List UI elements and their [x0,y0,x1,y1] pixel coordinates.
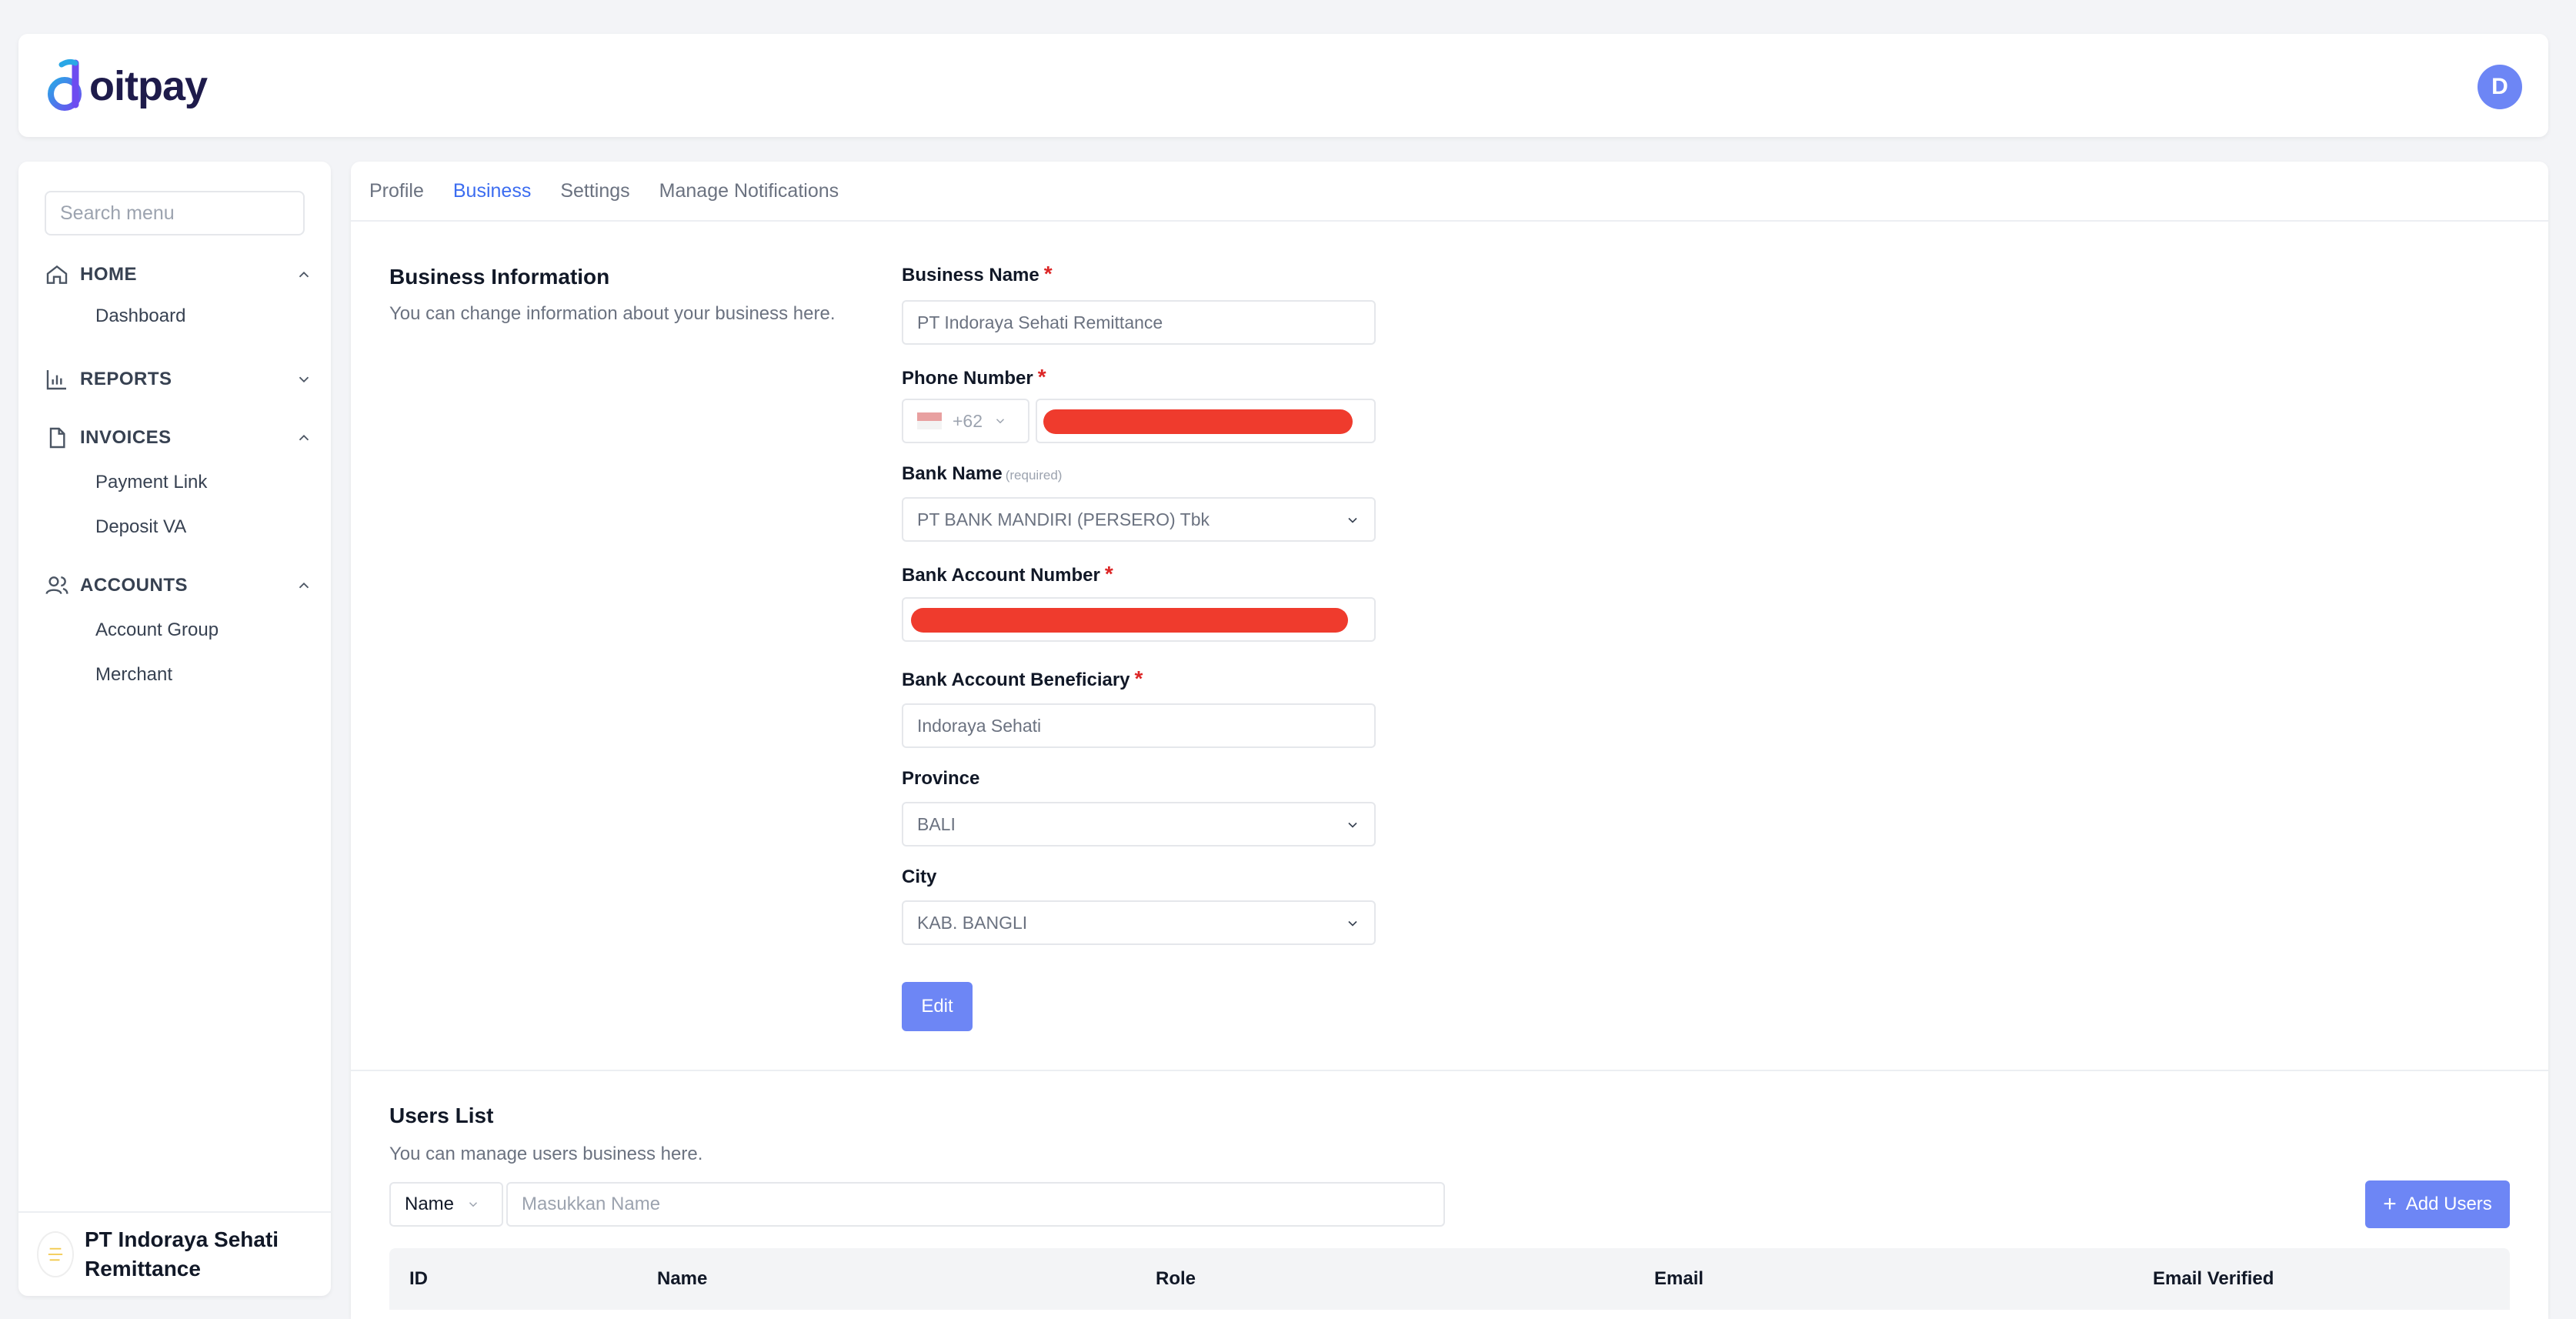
beneficiary-field[interactable]: Indoraya Sehati [902,703,1376,748]
chevron-down-icon [469,1202,478,1207]
chevron-down-icon [1348,920,1357,927]
edit-button[interactable]: Edit [902,982,973,1031]
brand-logo[interactable]: oitpay [46,55,208,117]
bank-name-select[interactable]: PT BANK MANDIRI (PERSERO) Tbk [902,497,1376,542]
filter-field-value: Name [405,1194,455,1214]
home-icon [46,265,68,284]
logo-mark-icon [48,58,82,111]
column-header-name: Name [657,1268,708,1289]
nav-label-accounts: ACCOUNTS [80,575,188,596]
tab-bar: Profile Business Settings Manage Notific… [351,162,2548,222]
nav-group-accounts: ACCOUNTS Account Group Merchant [45,566,322,697]
nav-item-dashboard[interactable]: Dashboard [45,294,322,339]
chevron-down-icon [1348,517,1357,523]
sidebar: HOME Dashboard REPORTS INVOICES Payment … [18,162,331,1296]
users-list-description: You can manage users business here. [389,1144,703,1164]
search-menu-input[interactable] [45,191,305,235]
indonesia-flag-icon [917,412,942,429]
column-header-role: Role [1156,1268,1196,1289]
chevron-up-icon [299,434,309,441]
phone-number-label: Phone Number * [902,365,1046,389]
column-header-email: Email [1654,1268,1704,1289]
filter-field-select[interactable]: Name [389,1182,503,1227]
business-info-title: Business Information [389,265,610,289]
city-select[interactable]: KAB. BANGLI [902,900,1376,945]
nav-head-accounts[interactable]: ACCOUNTS [45,566,322,605]
bank-account-number-label: Bank Account Number * [902,562,1113,586]
main-panel: Profile Business Settings Manage Notific… [351,162,2548,1319]
province-label: Province [902,768,980,789]
add-users-label: Add Users [2405,1194,2492,1214]
users-icon [45,576,68,595]
nav-label-invoices: INVOICES [80,427,172,448]
top-bar: oitpay D [18,34,2548,137]
nav-group-invoices: INVOICES Payment Link Deposit VA [45,419,322,549]
nav-item-deposit-va[interactable]: Deposit VA [45,505,322,549]
plus-icon: + [2383,1191,2397,1217]
beneficiary-label: Bank Account Beneficiary * [902,666,1143,691]
nav-label-reports: REPORTS [80,369,172,389]
logo-text: oitpay [89,63,208,109]
chevron-down-icon [996,419,1005,424]
bank-account-number-label-text: Bank Account Number [902,565,1100,586]
redaction-mark [911,608,1348,633]
province-value: BALI [917,813,956,834]
nav-head-home[interactable]: HOME [45,255,322,294]
add-users-button[interactable]: + Add Users [2365,1180,2510,1228]
company-name: PT Indoraya Sehati Remittance [85,1227,279,1281]
nav-head-invoices[interactable]: INVOICES [45,419,322,457]
redaction-mark [1043,409,1353,434]
city-label: City [902,867,937,887]
business-info-description: You can change information about your bu… [389,303,836,324]
chevron-up-icon [299,271,309,278]
required-mark: * [1037,365,1046,389]
business-name-label-text: Business Name [902,265,1039,286]
beneficiary-label-text: Bank Account Beneficiary [902,670,1130,690]
nav-item-merchant[interactable]: Merchant [45,653,322,697]
tab-business[interactable]: Business [453,180,531,202]
nav-group-home: HOME Dashboard [45,255,322,339]
column-header-id: ID [409,1268,428,1289]
bar-chart-icon [46,370,66,390]
nav-label-home: HOME [80,264,137,285]
phone-number-field[interactable] [1036,399,1376,443]
phone-country-code: +62 [953,410,983,431]
tab-profile[interactable]: Profile [369,180,424,202]
province-select[interactable]: BALI [902,802,1376,846]
nav-head-reports[interactable]: REPORTS [45,360,322,399]
business-name-value: PT Indoraya Sehati Remittance [917,312,1163,332]
filter-search-input[interactable] [506,1182,1445,1227]
chevron-up-icon [299,582,309,589]
users-list-title: Users List [389,1104,494,1127]
phone-country-select[interactable]: +62 [902,399,1029,443]
company-logo-icon [37,1231,74,1277]
bank-account-number-field[interactable] [902,597,1376,642]
bank-name-label-text: Bank Name [902,463,1003,484]
nav-group-reports: REPORTS [45,360,322,399]
required-mark: * [1104,562,1113,586]
business-name-field[interactable]: PT Indoraya Sehati Remittance [902,300,1376,345]
required-mark: * [1043,262,1053,286]
nav-item-account-group[interactable]: Account Group [45,608,322,653]
section-divider [351,1070,2548,1071]
bank-name-value: PT BANK MANDIRI (PERSERO) Tbk [917,509,1210,529]
nav-item-payment-link[interactable]: Payment Link [45,460,322,505]
chevron-down-icon [299,376,309,383]
column-header-email-verified: Email Verified [2153,1268,2274,1289]
business-name-label: Business Name * [902,262,1053,286]
tab-manage-notifications[interactable]: Manage Notifications [659,180,839,202]
required-mark: * [1134,666,1143,690]
beneficiary-value: Indoraya Sehati [917,715,1042,736]
tab-settings[interactable]: Settings [560,180,629,202]
bank-name-note: (required) [1005,468,1063,483]
users-table-header: ID Name Role Email Email Verified [389,1248,2510,1310]
phone-number-label-text: Phone Number [902,368,1033,389]
bank-name-label: Bank Name (required) [902,463,1062,485]
city-value: KAB. BANGLI [917,912,1028,933]
user-avatar[interactable]: D [2478,65,2522,109]
document-icon [49,427,65,449]
chevron-down-icon [1348,822,1357,828]
company-switcher[interactable]: PT Indoraya Sehati Remittance [18,1211,331,1296]
